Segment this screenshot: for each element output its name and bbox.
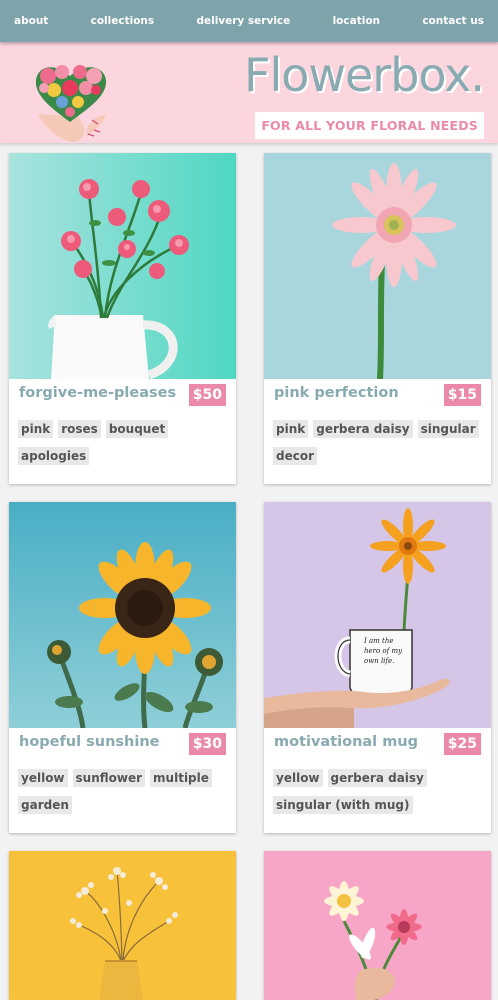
tag-list: pink roses bouquet apologies — [18, 420, 228, 465]
tag[interactable]: singular — [417, 420, 479, 438]
price-badge: $50 — [188, 384, 226, 406]
tag[interactable]: garden — [18, 796, 72, 814]
product-title[interactable]: pink perfection — [274, 385, 399, 401]
tag[interactable]: singular (with mug) — [273, 796, 413, 814]
product-card[interactable]: forgive-me-pleases $50 pink roses bouque… — [9, 153, 236, 484]
brand-title: Flowerbox. — [244, 48, 485, 102]
tag[interactable]: bouquet — [105, 420, 169, 438]
product-card[interactable]: I am the hero of my own life. motivation… — [264, 502, 491, 833]
product-photo-gerbera[interactable] — [264, 153, 491, 379]
product-photo-pink-bouquet[interactable] — [264, 851, 491, 1000]
tag[interactable]: decor — [273, 447, 318, 465]
tag[interactable]: gerbera daisy — [327, 769, 427, 787]
mug-text: I am the hero of my own life. — [364, 637, 403, 665]
product-card[interactable] — [264, 851, 491, 1000]
nav-collections[interactable]: collections — [91, 15, 155, 27]
tag[interactable]: gerbera daisy — [313, 420, 413, 438]
product-card[interactable]: pink perfection $15 pink gerbera daisy s… — [264, 153, 491, 484]
tag-list: pink gerbera daisy singular decor — [273, 420, 483, 465]
product-photo-dried-flowers[interactable] — [9, 851, 236, 1000]
product-photo-mug[interactable]: I am the hero of my own life. — [264, 502, 491, 728]
price-badge: $30 — [188, 733, 226, 755]
product-title[interactable]: hopeful sunshine — [19, 734, 160, 750]
nav-location[interactable]: location — [333, 15, 380, 27]
tag[interactable]: sunflower — [72, 769, 146, 787]
price-badge: $15 — [443, 384, 481, 406]
nav-delivery-service[interactable]: delivery service — [196, 15, 290, 27]
tag[interactable]: pink — [273, 420, 309, 438]
tag-list: yellow gerbera daisy singular (with mug) — [273, 769, 483, 814]
product-card[interactable]: hopeful sunshine $30 yellow sunflower mu… — [9, 502, 236, 833]
product-title[interactable]: forgive-me-pleases — [19, 385, 176, 401]
flower-heart-logo-icon — [28, 56, 114, 144]
product-title[interactable]: motivational mug — [274, 734, 418, 750]
product-photo-roses[interactable] — [9, 153, 236, 379]
brand-tagline: FOR ALL YOUR FLORAL NEEDS — [255, 112, 484, 139]
product-photo-sunflower[interactable] — [9, 502, 236, 728]
price-badge: $25 — [443, 733, 481, 755]
nav-about[interactable]: about — [14, 15, 48, 27]
tag[interactable]: multiple — [150, 769, 212, 787]
nav-contact-us[interactable]: contact us — [422, 15, 484, 27]
tag[interactable]: pink — [18, 420, 54, 438]
tag[interactable]: roses — [58, 420, 101, 438]
tag[interactable]: yellow — [18, 769, 68, 787]
page-header: Flowerbox. FOR ALL YOUR FLORAL NEEDS — [0, 42, 498, 143]
tag[interactable]: apologies — [18, 447, 90, 465]
tag-list: yellow sunflower multiple garden — [18, 769, 228, 814]
tag[interactable]: yellow — [273, 769, 323, 787]
top-navigation: about collections delivery service locat… — [0, 0, 498, 42]
product-card[interactable] — [9, 851, 236, 1000]
